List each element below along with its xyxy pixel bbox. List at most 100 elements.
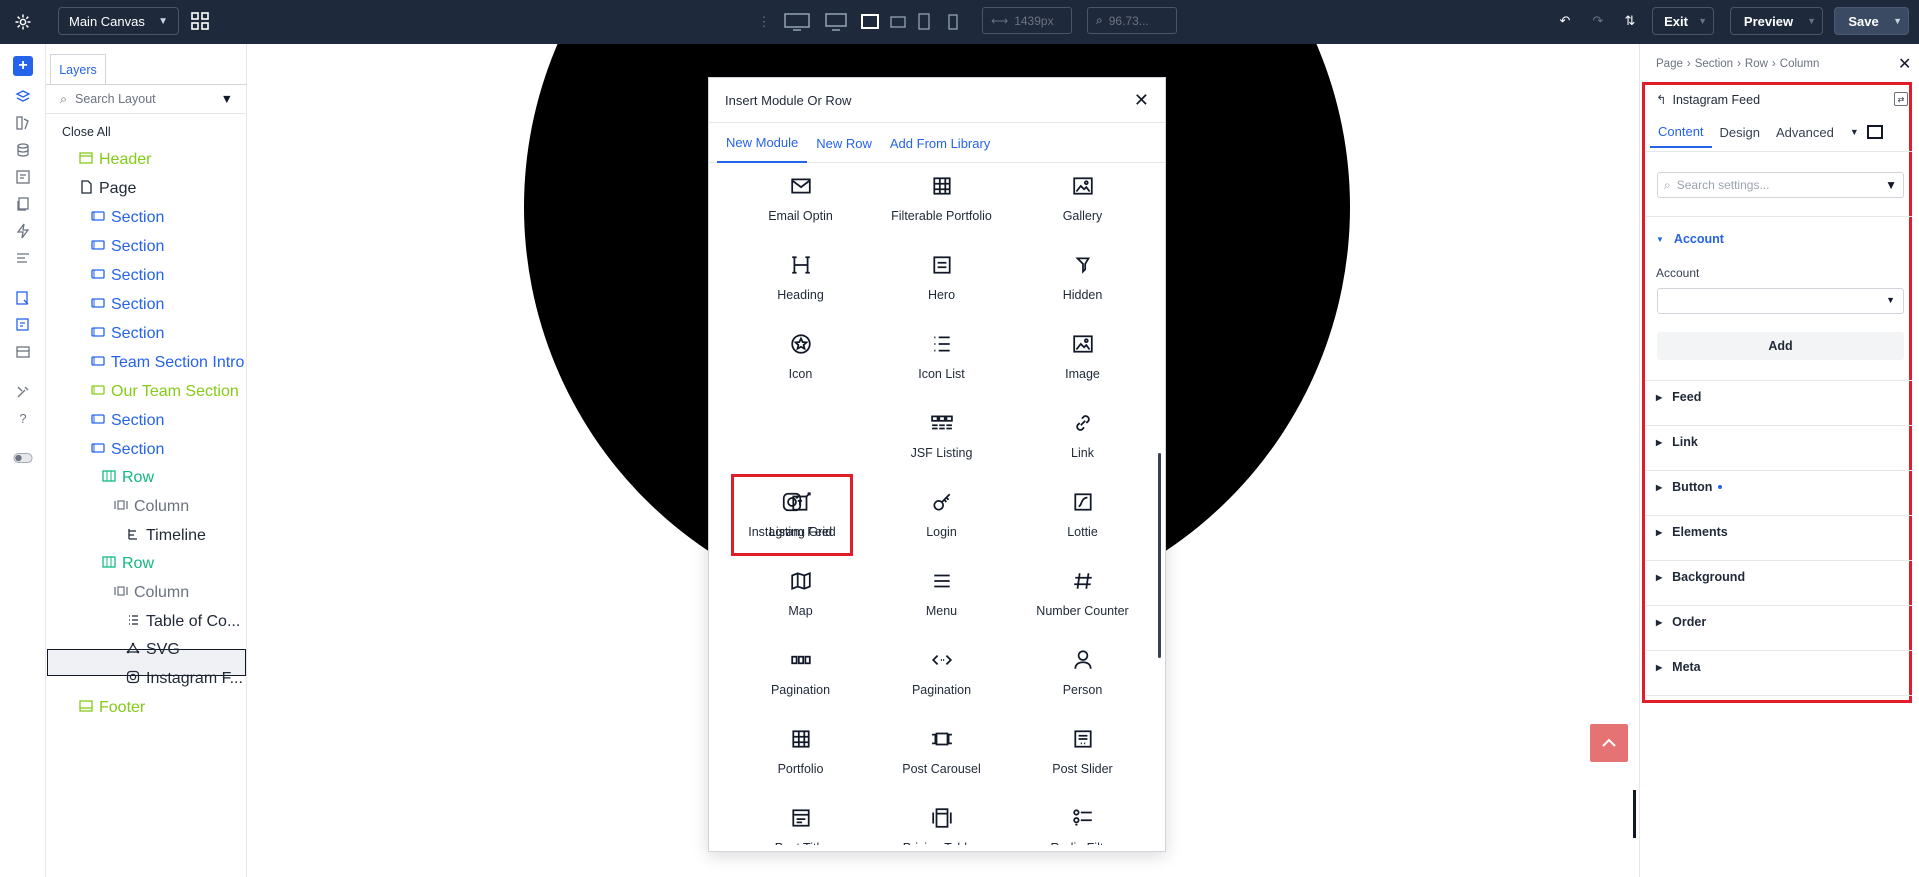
layer-item[interactable]: Section [91, 440, 164, 460]
tablet-portrait-icon[interactable] [910, 10, 938, 34]
laptop-icon[interactable] [856, 10, 884, 34]
tab-new-module[interactable]: New Module [717, 123, 808, 163]
filter-icon[interactable]: ▼ [1885, 178, 1897, 192]
module-card[interactable]: Portfolio [730, 716, 871, 788]
help-icon[interactable]: ? [13, 408, 33, 428]
module-card[interactable]: Menu [871, 558, 1012, 630]
desktop-icon[interactable] [822, 10, 850, 34]
add-account-button[interactable]: Add [1657, 332, 1904, 360]
layer-item[interactable]: Our Team Section [91, 382, 239, 402]
module-card[interactable]: Radio Filter [1012, 795, 1149, 845]
layer-item[interactable]: Instagram F... [126, 669, 243, 689]
module-card[interactable]: Map [730, 558, 871, 630]
module-card[interactable]: Image [1012, 321, 1149, 393]
page-settings-icon[interactable] [13, 167, 33, 187]
desktop-wide-icon[interactable] [783, 10, 811, 34]
breadcrumb-page[interactable]: Page [1656, 58, 1683, 70]
layer-item[interactable]: Row [102, 468, 154, 488]
gear-icon[interactable] [12, 11, 34, 33]
module-card[interactable]: Gallery [1012, 165, 1149, 235]
exit-button[interactable]: Exit ▼ [1652, 7, 1714, 35]
module-card[interactable]: Icon List [871, 321, 1012, 393]
settings-section-header[interactable]: ▶ Button [1656, 480, 1723, 494]
layer-item[interactable]: Section [91, 208, 164, 228]
save-button[interactable]: Save ▼ [1834, 7, 1909, 35]
lightning-icon[interactable] [13, 221, 33, 241]
tab-design[interactable]: Design [1712, 116, 1768, 148]
drag-handle-icon[interactable]: ⋮ [758, 12, 771, 32]
settings-section-header[interactable]: ▶ Meta [1656, 660, 1701, 674]
scroll-to-top-button[interactable] [1590, 724, 1628, 762]
add-icon[interactable]: + [13, 56, 33, 76]
module-card[interactable]: Hidden [1012, 242, 1149, 314]
back-icon[interactable]: ↰ [1656, 92, 1666, 107]
settings-section-header[interactable]: ▶ Background [1656, 570, 1745, 584]
module-card[interactable]: Person [1012, 637, 1149, 709]
layer-item[interactable]: Page [79, 179, 136, 199]
settings-section-header[interactable]: ▶ Feed [1656, 390, 1701, 404]
pages-icon[interactable] [13, 194, 33, 214]
module-card[interactable]: Email Optin [730, 165, 871, 235]
canvas-width-field[interactable]: ⟷ 1439px [982, 7, 1072, 34]
layers-tab[interactable]: Layers [50, 54, 106, 84]
layer-item[interactable]: Column [114, 583, 189, 603]
undo-icon[interactable]: ↶ [1555, 11, 1575, 31]
module-card[interactable]: JSF Listing [871, 400, 1012, 472]
chevron-down-icon[interactable]: ▼ [1850, 127, 1859, 137]
module-card[interactable]: Login [871, 479, 1012, 551]
layer-item[interactable]: Row [102, 554, 154, 574]
section-account-header[interactable]: ▼ Account [1656, 232, 1724, 246]
layer-item[interactable]: Team Section Intro [91, 353, 244, 373]
redo-icon[interactable]: ↷ [1588, 11, 1608, 31]
module-card[interactable]: Pagination [730, 637, 871, 709]
database-icon[interactable] [13, 140, 33, 160]
layer-item[interactable]: SVG [126, 640, 180, 660]
settings-section-header[interactable]: ▶ Link [1656, 435, 1698, 449]
close-icon[interactable]: ✕ [1898, 54, 1911, 74]
tools-icon[interactable] [13, 382, 33, 402]
breadcrumb-row[interactable]: Row [1745, 58, 1768, 70]
preview-button[interactable]: Preview ▼ [1730, 7, 1823, 35]
settings-section-header[interactable]: ▶ Order [1656, 615, 1706, 629]
toggle-icon[interactable] [13, 448, 33, 468]
module-card[interactable]: Post Carousel [871, 716, 1012, 788]
module-card[interactable]: Pricing Tables [871, 795, 1012, 845]
layout-icon[interactable] [13, 342, 33, 362]
styles-icon[interactable] [13, 113, 33, 133]
history-icon[interactable]: ⇅ [1620, 11, 1640, 31]
settings-search-input[interactable]: ⌕ Search settings... ▼ [1657, 172, 1904, 198]
layer-item[interactable]: Section [91, 237, 164, 257]
canvas-scrollbar[interactable] [1633, 790, 1636, 838]
tab-advanced[interactable]: Advanced [1768, 116, 1842, 148]
close-all-link[interactable]: Close All [62, 122, 111, 142]
collapse-icon[interactable]: ⇄ [1894, 92, 1908, 106]
filter-icon[interactable]: ▼ [221, 92, 233, 106]
module-card[interactable]: Filterable Portfolio [871, 165, 1012, 235]
layer-item[interactable]: Footer [79, 698, 145, 718]
template-icon[interactable] [13, 288, 33, 308]
zoom-field[interactable]: ⌕ 96.73... [1087, 7, 1177, 34]
layers-icon[interactable] [13, 87, 33, 107]
module-card[interactable]: Icon [730, 321, 871, 393]
list-icon[interactable] [13, 248, 33, 268]
module-card[interactable]: Listing Grid [730, 479, 871, 551]
breadcrumb-column[interactable]: Column [1780, 58, 1820, 70]
modal-scrollbar[interactable] [1158, 453, 1161, 658]
theme-builder-icon[interactable] [13, 315, 33, 335]
module-card[interactable]: Number Counter [1012, 558, 1149, 630]
layers-search[interactable]: ⌕ Search Layout ▼ [46, 84, 247, 114]
layer-item[interactable]: Section [91, 411, 164, 431]
module-card[interactable]: Post Slider [1012, 716, 1149, 788]
layer-item[interactable]: Table of Co... [126, 612, 240, 632]
square-icon[interactable] [1866, 125, 1883, 139]
breadcrumb-section[interactable]: Section [1695, 58, 1733, 70]
canvas-select[interactable]: Main Canvas ▼ [58, 7, 179, 35]
tab-new-row[interactable]: New Row [807, 123, 881, 163]
module-card[interactable]: Pagination [871, 637, 1012, 709]
module-card[interactable]: Hero [871, 242, 1012, 314]
layer-item[interactable]: Section [91, 295, 164, 315]
layer-item[interactable]: Header [79, 150, 151, 170]
tab-add-from-library[interactable]: Add From Library [881, 123, 999, 163]
mobile-icon[interactable] [939, 10, 967, 34]
settings-section-header[interactable]: ▶ Elements [1656, 525, 1728, 539]
